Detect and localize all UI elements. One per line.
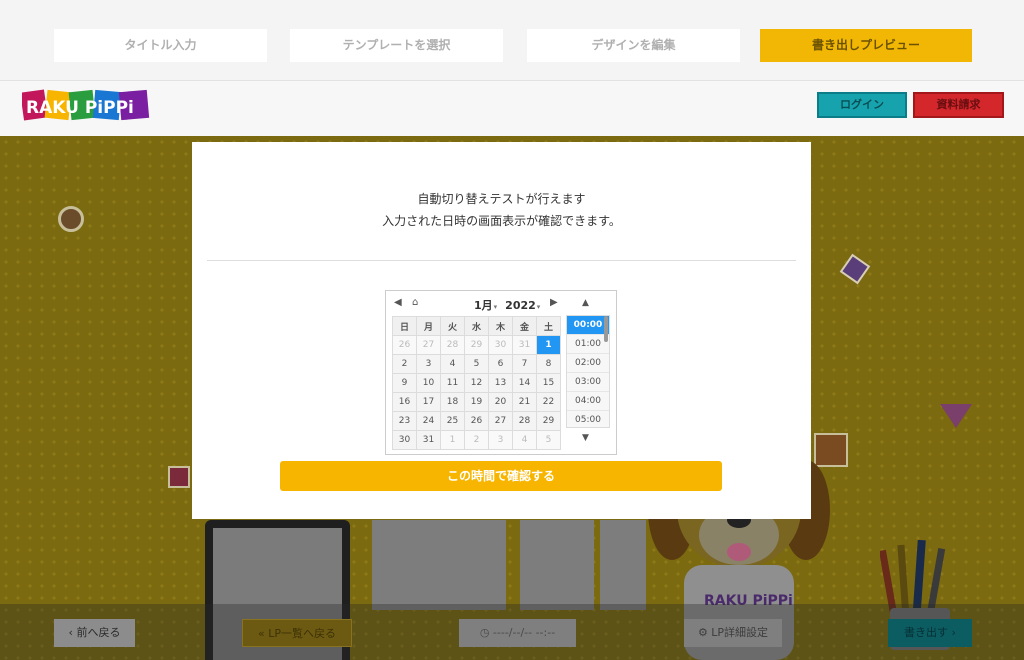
time-option[interactable]: 04:00	[567, 392, 609, 411]
weekday-label: 水	[464, 316, 489, 336]
calendar-day[interactable]: 24	[416, 411, 441, 431]
calendar-day[interactable]: 25	[440, 411, 465, 431]
calendar-day[interactable]: 15	[536, 373, 561, 393]
calendar-day[interactable]: 6	[488, 354, 513, 374]
calendar-day[interactable]: 26	[464, 411, 489, 431]
confirm-time-button[interactable]: この時間で確認する	[280, 461, 722, 491]
calendar-day[interactable]: 28	[512, 411, 537, 431]
calendar-day[interactable]: 29	[464, 335, 489, 355]
caret-down-icon: ▾	[493, 303, 498, 311]
calendar-day[interactable]: 29	[536, 411, 561, 431]
calendar-day[interactable]: 22	[536, 392, 561, 412]
calendar-week: 30 31 1 2 3 4 5	[392, 430, 561, 450]
calendar-day[interactable]: 27	[416, 335, 441, 355]
modal-message: 自動切り替えテストが行えます 入力された日時の画面表示が確認できます。	[382, 192, 621, 228]
calendar-day[interactable]: 8	[536, 354, 561, 374]
calendar-day[interactable]: 17	[416, 392, 441, 412]
calendar-day[interactable]: 2	[464, 430, 489, 450]
prev-month-icon[interactable]: ◀	[394, 297, 402, 308]
calendar-day[interactable]: 14	[512, 373, 537, 393]
calendar-day[interactable]: 13	[488, 373, 513, 393]
calendar-day[interactable]: 30	[488, 335, 513, 355]
calendar-day[interactable]: 20	[488, 392, 513, 412]
calendar-week: 23 24 25 26 27 28 29	[392, 411, 561, 431]
year-select[interactable]: 2022	[505, 299, 536, 312]
time-option[interactable]: 02:00	[567, 354, 609, 373]
calendar-day[interactable]: 23	[392, 411, 417, 431]
calendar-grid: 日 月 火 水 木 金 土 26 27 28 29 30 31 1 2 3 4 …	[392, 316, 561, 450]
home-icon[interactable]: ⌂	[412, 297, 418, 308]
calendar-week: 2 3 4 5 6 7 8	[392, 354, 561, 374]
calendar-day-selected[interactable]: 1	[536, 335, 561, 355]
calendar-week: 16 17 18 19 20 21 22	[392, 392, 561, 412]
calendar-day[interactable]: 28	[440, 335, 465, 355]
weekday-label: 土	[536, 316, 561, 336]
time-scroll-up-icon[interactable]: ▲	[582, 298, 589, 308]
calendar-day[interactable]: 3	[488, 430, 513, 450]
time-option[interactable]: 05:00	[567, 411, 609, 427]
time-scrollbar[interactable]	[604, 316, 608, 342]
datetime-picker: ◀ ⌂ 1月▾ 2022▾ ▶ 日 月 火 水 木 金 土 26 27 28 2…	[385, 290, 617, 455]
calendar-day[interactable]: 12	[464, 373, 489, 393]
calendar-day[interactable]: 3	[416, 354, 441, 374]
calendar-day[interactable]: 27	[488, 411, 513, 431]
month-select[interactable]: 1月	[474, 299, 493, 312]
calendar-header: ◀ ⌂ 1月▾ 2022▾ ▶	[386, 291, 562, 317]
time-scroll-down-icon[interactable]: ▼	[582, 433, 589, 443]
calendar-day[interactable]: 21	[512, 392, 537, 412]
time-option-selected[interactable]: 00:00	[567, 316, 609, 335]
calendar-day[interactable]: 18	[440, 392, 465, 412]
calendar-day[interactable]: 19	[464, 392, 489, 412]
month-year-selector[interactable]: 1月▾ 2022▾	[474, 297, 548, 313]
calendar-day[interactable]: 2	[392, 354, 417, 374]
calendar-day[interactable]: 5	[536, 430, 561, 450]
calendar-day[interactable]: 1	[440, 430, 465, 450]
weekday-label: 火	[440, 316, 465, 336]
calendar-day[interactable]: 31	[416, 430, 441, 450]
divider	[207, 260, 796, 261]
weekday-row: 日 月 火 水 木 金 土	[392, 316, 561, 336]
calendar-day[interactable]: 4	[440, 354, 465, 374]
calendar-day[interactable]: 5	[464, 354, 489, 374]
time-option[interactable]: 03:00	[567, 373, 609, 392]
next-month-icon[interactable]: ▶	[550, 297, 558, 308]
calendar-week: 9 10 11 12 13 14 15	[392, 373, 561, 393]
calendar-day[interactable]: 10	[416, 373, 441, 393]
calendar-day[interactable]: 7	[512, 354, 537, 374]
calendar-day[interactable]: 26	[392, 335, 417, 355]
calendar-day[interactable]: 11	[440, 373, 465, 393]
calendar-week: 26 27 28 29 30 31 1	[392, 335, 561, 355]
weekday-label: 日	[392, 316, 417, 336]
time-option[interactable]: 01:00	[567, 335, 609, 354]
datetime-test-modal: 自動切り替えテストが行えます 入力された日時の画面表示が確認できます。 ◀ ⌂ …	[192, 142, 811, 519]
weekday-label: 金	[512, 316, 537, 336]
caret-down-icon: ▾	[536, 303, 541, 311]
calendar-day[interactable]: 31	[512, 335, 537, 355]
calendar-day[interactable]: 9	[392, 373, 417, 393]
calendar-day[interactable]: 16	[392, 392, 417, 412]
calendar-day[interactable]: 4	[512, 430, 537, 450]
calendar-day[interactable]: 30	[392, 430, 417, 450]
weekday-label: 月	[416, 316, 441, 336]
weekday-label: 木	[488, 316, 513, 336]
